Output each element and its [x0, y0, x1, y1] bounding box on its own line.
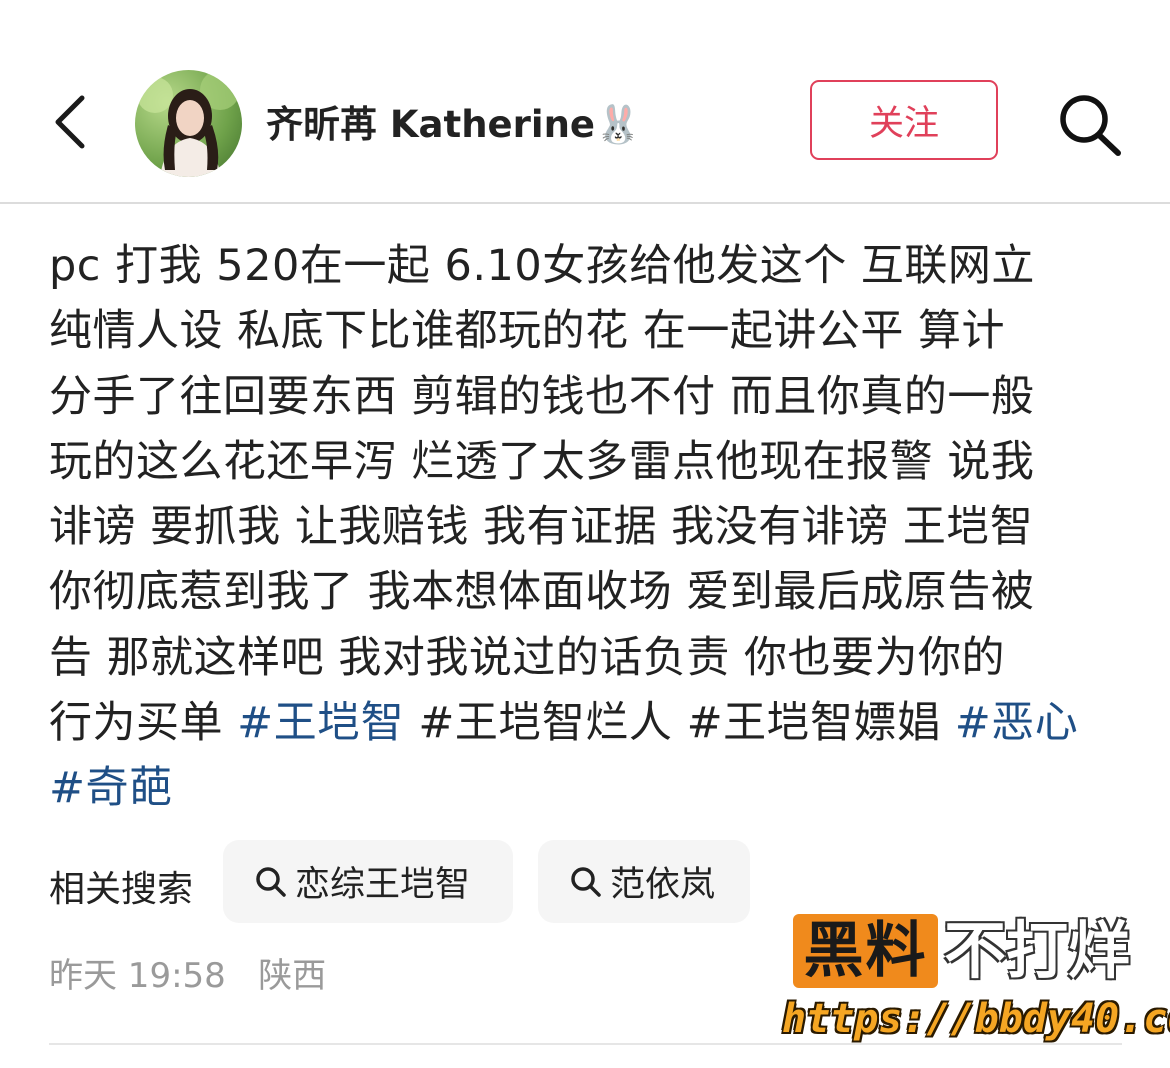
related-search-label: 相关搜索 — [49, 869, 194, 910]
watermark-logo-box: 黑料 — [793, 914, 938, 988]
back-chevron-icon[interactable] — [48, 92, 98, 152]
hashtag-link[interactable]: #王垲智 — [237, 698, 404, 748]
search-icon — [571, 866, 601, 897]
top-bar: 齐昕苒 Katherine🐰 关注 — [0, 0, 1170, 203]
post-text: pc 打我 520在一起 6.10女孩给他发这个 互联网立 纯情人设 私底下比谁… — [49, 241, 1035, 749]
related-chip[interactable]: 恋综王垲智 — [223, 840, 513, 923]
watermark-url: https://bbdy40.com — [782, 996, 1170, 1042]
post-meta: 昨天 19:58 陕西 — [49, 948, 326, 997]
bottom-divider — [49, 1043, 1122, 1045]
hashtag-link[interactable]: #奇葩 — [49, 763, 173, 813]
avatar[interactable] — [135, 70, 242, 177]
search-icon[interactable] — [1056, 92, 1124, 156]
hashtag-link[interactable]: #恶心 — [941, 698, 1079, 748]
post-body: pc 打我 520在一起 6.10女孩给他发这个 互联网立 纯情人设 私底下比谁… — [49, 234, 1129, 822]
post-time: 昨天 19:58 — [49, 956, 226, 996]
search-icon — [256, 866, 286, 897]
follow-button[interactable]: 关注 — [810, 80, 998, 160]
post-location: 陕西 — [258, 956, 327, 996]
related-chip-label: 范依岚 — [610, 865, 716, 905]
related-chip[interactable]: 范依岚 — [538, 840, 750, 923]
hashtag-plain: #王垲智烂人 — [404, 698, 673, 749]
related-chip-label: 恋综王垲智 — [295, 865, 471, 905]
username[interactable]: 齐昕苒 Katherine🐰 — [266, 94, 641, 148]
hashtag-plain: #王垲智嫖娼 — [672, 698, 941, 749]
watermark-text: 不打烊 — [944, 914, 1131, 987]
header-divider — [0, 202, 1170, 204]
